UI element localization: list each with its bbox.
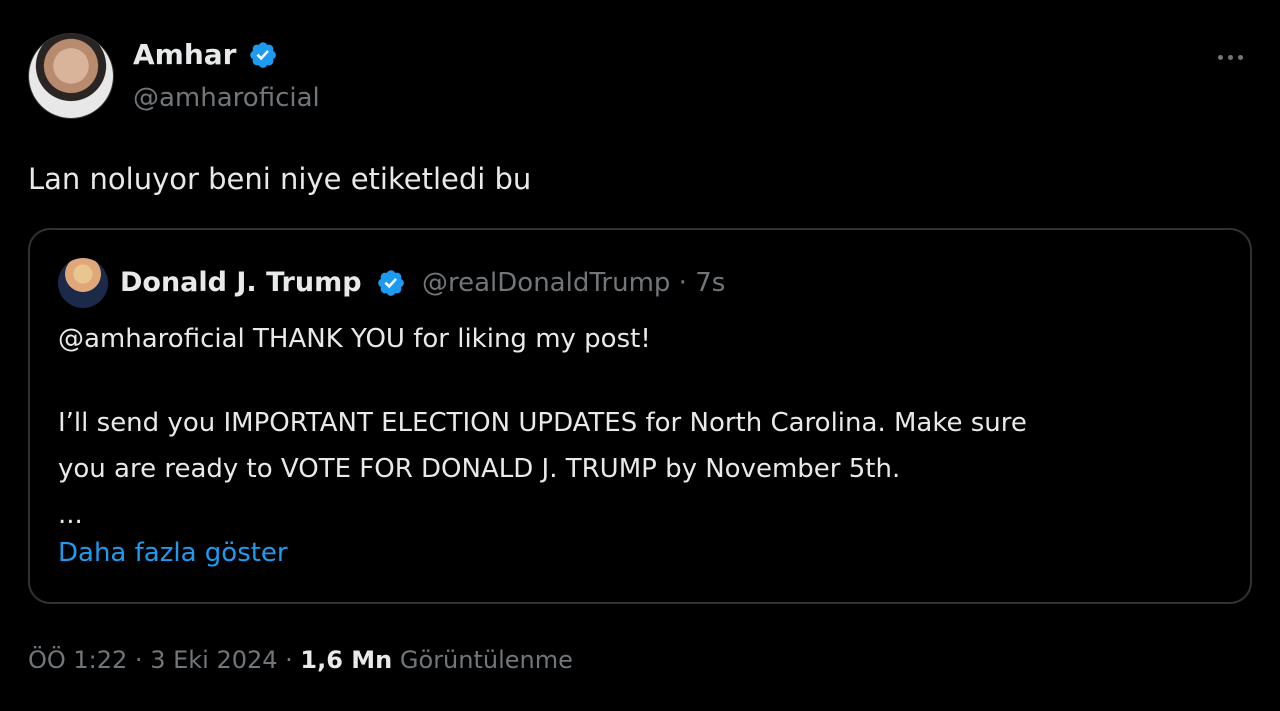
verified-badge-icon: [378, 270, 404, 296]
tweet-text: Lan noluyor beni niye etiketledi bu: [28, 162, 532, 196]
quoted-text-line: you are ready to VOTE FOR DONALD J. TRUM…: [58, 454, 901, 484]
author-avatar[interactable]: [28, 33, 114, 119]
quoted-text-ellipsis: ...: [58, 500, 83, 530]
more-options-button[interactable]: [1210, 44, 1250, 70]
views-label: Görüntülenme: [399, 646, 573, 674]
more-horizontal-icon: [1217, 54, 1223, 60]
views-count: 1,6 Mn: [300, 646, 393, 674]
quoted-text-line: I’ll send you IMPORTANT ELECTION UPDATES…: [58, 408, 1027, 438]
show-more-link[interactable]: Daha fazla göster: [58, 536, 288, 570]
author-name[interactable]: Amhar: [133, 38, 236, 72]
author-handle[interactable]: @amharoficial: [133, 81, 320, 115]
tweet-timestamp[interactable]: ÖÖ 1:22 · 3 Eki 2024 ·: [28, 646, 300, 674]
quoted-author-handle-time[interactable]: @realDonaldTrump · 7s: [422, 266, 725, 300]
quoted-author-avatar[interactable]: [58, 258, 108, 308]
quoted-tweet-card[interactable]: Donald J. Trump @realDonaldTrump · 7s @a…: [28, 228, 1252, 604]
tweet-meta: ÖÖ 1:22 · 3 Eki 2024 · 1,6 Mn Görüntülen…: [28, 643, 573, 677]
quoted-text-line: @amharoficial THANK YOU for liking my po…: [58, 324, 651, 354]
quoted-author-name[interactable]: Donald J. Trump: [120, 266, 362, 300]
verified-badge-icon: [250, 42, 276, 68]
